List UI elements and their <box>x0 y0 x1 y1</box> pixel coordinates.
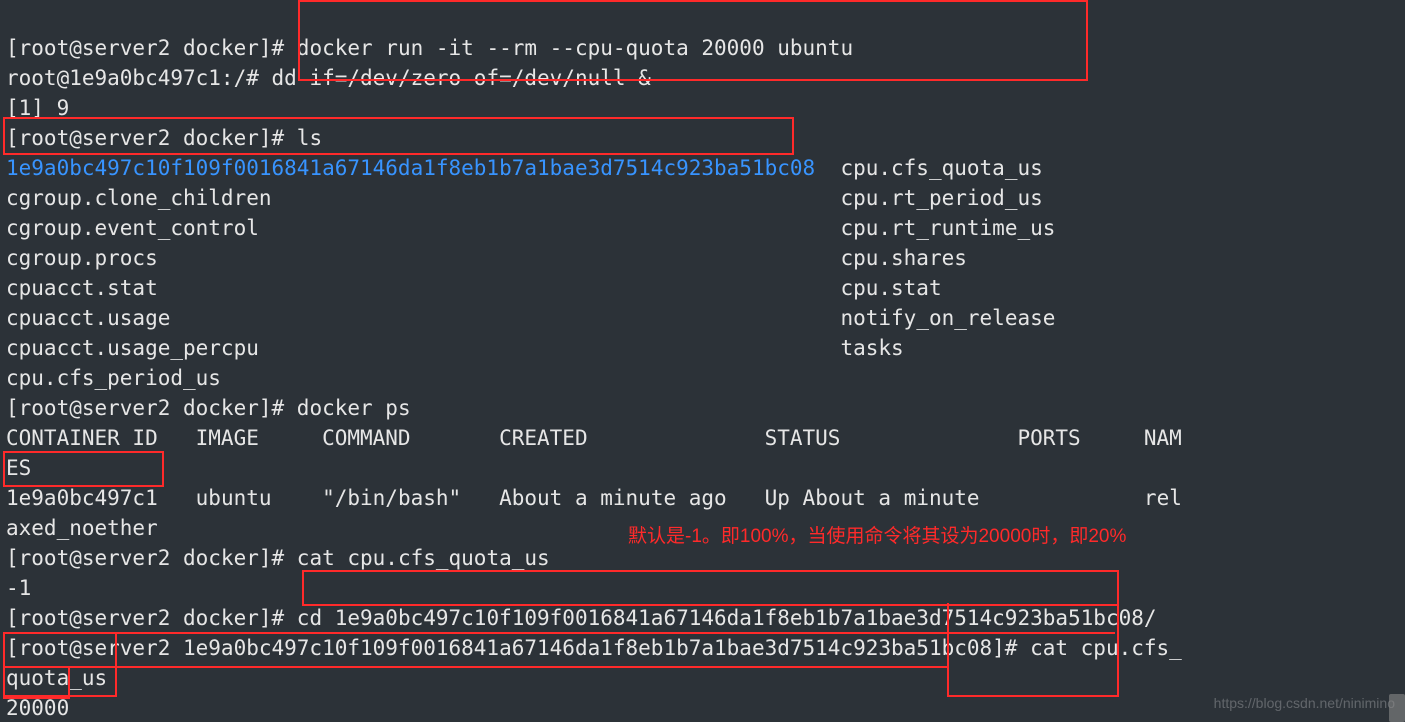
ls-entry: cpu.cfs_quota_us <box>840 156 1042 180</box>
cmd-cd: cd 1e9a0bc497c10f109f0016841a67146da1f8e… <box>297 606 1157 630</box>
ls-entry-dir: 1e9a0bc497c10f109f0016841a67146da1f8eb1b… <box>6 156 815 180</box>
cmd-docker-run: docker run -it --rm --cpu-quota 20000 ub… <box>297 36 853 60</box>
scrollbar-thumb[interactable] <box>1389 694 1405 722</box>
cmd-dd: dd if=/dev/zero of=/dev/null & <box>272 66 651 90</box>
ls-entry: cpuacct.stat <box>6 276 158 300</box>
bg-job: [1] 9 <box>6 96 69 120</box>
ps-row-created: About a minute ago <box>499 486 727 510</box>
ps-row-id: 1e9a0bc497c1 <box>6 486 158 510</box>
prompt: [root@server2 docker]# <box>6 546 297 570</box>
ls-entry: cpuacct.usage <box>6 306 170 330</box>
prompt: [root@server2 docker]# <box>6 36 297 60</box>
cat2-output: 20000 <box>6 696 69 720</box>
ls-entry: cpu.rt_period_us <box>840 186 1042 210</box>
cmd-cat1: cat cpu.cfs_quota_us <box>297 546 550 570</box>
ls-entry: cpu.shares <box>840 246 966 270</box>
cmd-ls: ls <box>297 126 322 150</box>
watermark: https://blog.csdn.net/ninimino <box>1214 688 1395 718</box>
terminal-output[interactable]: [root@server2 docker]# docker run -it --… <box>0 0 1405 722</box>
ls-entry: cgroup.event_control <box>6 216 259 240</box>
ls-entry: tasks <box>840 336 903 360</box>
ps-row-status: Up About a minute <box>765 486 980 510</box>
cmd-docker-ps: docker ps <box>297 396 411 420</box>
prompt: [root@server2 docker]# <box>6 606 297 630</box>
ls-entry: cpu.cfs_period_us <box>6 366 221 390</box>
ls-entry: cpu.rt_runtime_us <box>840 216 1055 240</box>
ls-entry: cpu.stat <box>840 276 941 300</box>
ls-entry: notify_on_release <box>840 306 1055 330</box>
ps-header: CONTAINER ID IMAGE COMMAND CREATED STATU… <box>6 426 1182 480</box>
ps-row-image: ubuntu <box>196 486 272 510</box>
long-prompt: [root@server2 1e9a0bc497c10f109f0016841a… <box>6 636 1030 660</box>
ps-row-command: "/bin/bash" <box>322 486 461 510</box>
container-prompt: root@1e9a0bc497c1:/# <box>6 66 272 90</box>
prompt: [root@server2 docker]# <box>6 126 297 150</box>
cat1-output: -1 <box>6 576 31 600</box>
ls-entry: cgroup.procs <box>6 246 158 270</box>
ls-entry: cpuacct.usage_percpu <box>6 336 259 360</box>
prompt: [root@server2 docker]# <box>6 396 297 420</box>
ls-entry: cgroup.clone_children <box>6 186 272 210</box>
annotation-text: 默认是-1。即100%，当使用命令将其设为20000时，即20% <box>628 522 1126 552</box>
